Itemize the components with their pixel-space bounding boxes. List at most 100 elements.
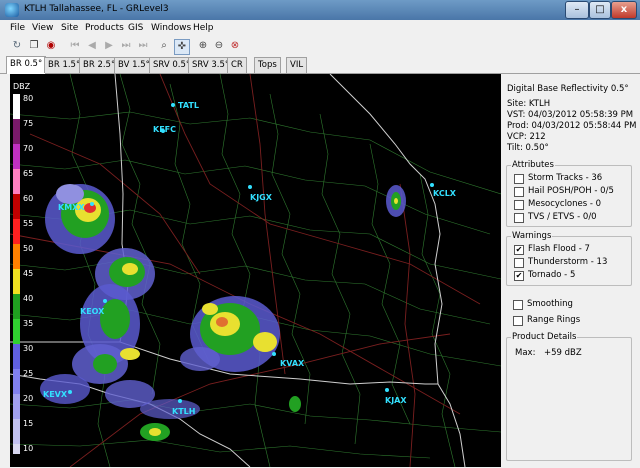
site-kjax[interactable]: KJAX	[385, 396, 407, 405]
site-kffc[interactable]: KFFC	[153, 125, 176, 134]
tab-br-0-5[interactable]: BR 0.5°	[6, 56, 47, 74]
state-boundaries	[10, 74, 466, 467]
legend-tick: 75	[23, 119, 33, 128]
legend-tick: 35	[23, 319, 33, 328]
previous-frame-icon[interactable]: ◀	[85, 39, 99, 53]
radar-map-canvas[interactable]: DBZ 80 75 70 65 60 55 50 45 40 35 30 25 …	[10, 74, 501, 467]
menu-help[interactable]: Help	[193, 23, 214, 33]
site-kclx[interactable]: KCLX	[433, 189, 457, 198]
product-name: Digital Base Reflectivity 0.5°	[507, 84, 629, 94]
site-kevx[interactable]: KEVX	[43, 390, 68, 399]
tvs-label[interactable]: TVS / ETVS - 0/0	[528, 212, 597, 222]
first-frame-icon[interactable]: ⏮	[68, 39, 82, 53]
legend-tick: 80	[23, 94, 33, 103]
thunderstorm-checkbox[interactable]	[514, 258, 524, 268]
tab-tops[interactable]: Tops	[254, 57, 281, 73]
tvs-checkbox[interactable]	[514, 213, 524, 223]
copy-icon[interactable]: ❐	[27, 39, 41, 53]
menu-view[interactable]: View	[32, 23, 53, 33]
site-dot[interactable]	[385, 388, 389, 392]
menu-bar: File View Site Products GIS Windows Help	[0, 20, 640, 36]
window-title: KTLH Tallahassee, FL - GRLevel3	[24, 4, 169, 14]
smoothing-label[interactable]: Smoothing	[527, 299, 573, 309]
legend-tick: 15	[23, 419, 33, 428]
prod-info: Prod: 04/03/2012 05:58:44 PM	[507, 121, 637, 131]
tornado-label[interactable]: Tornado - 5	[528, 270, 575, 280]
site-keox[interactable]: KEOX	[80, 307, 105, 316]
site-dot[interactable]	[272, 352, 276, 356]
menu-file[interactable]: File	[10, 23, 25, 33]
toolbar: ↻ ❐ ◉ ⏮ ◀ ▶ ⏭ ⏭ ⌕ ✜ ⊕ ⊖ ⊗	[0, 36, 640, 56]
dbz-legend: DBZ 80 75 70 65 60 55 50 45 40 35 30 25 …	[13, 82, 33, 454]
zoom-out-icon[interactable]: ⊖	[212, 39, 226, 53]
flash-flood-label[interactable]: Flash Flood - 7	[528, 244, 590, 254]
menu-windows[interactable]: Windows	[151, 23, 191, 33]
radar-map[interactable]: DBZ 80 75 70 65 60 55 50 45 40 35 30 25 …	[10, 74, 501, 467]
site-ktlh[interactable]: KTLH	[172, 407, 195, 416]
vcp-info: VCP: 212	[507, 132, 546, 142]
site-tatl[interactable]: TATL	[178, 101, 199, 110]
site-kvax[interactable]: KVAX	[280, 359, 305, 368]
tornado-checkbox[interactable]: ✔	[514, 271, 524, 281]
range-rings-label[interactable]: Range Rings	[527, 315, 580, 325]
mesocyclones-checkbox[interactable]	[514, 200, 524, 210]
storm-tracks-checkbox[interactable]	[514, 174, 524, 184]
tab-vil[interactable]: VIL	[286, 57, 308, 73]
zoom-reset-icon[interactable]: ⊗	[228, 39, 242, 53]
smoothing-checkbox[interactable]	[513, 300, 523, 310]
pan-icon[interactable]: ✜	[174, 39, 190, 55]
zoom-icon[interactable]: ⌕	[157, 39, 171, 53]
site-dot[interactable]	[103, 299, 107, 303]
product-details-group: Product Details Max: +59 dBZ	[506, 332, 632, 461]
max-label: Max:	[515, 348, 536, 358]
mesocyclones-label[interactable]: Mesocyclones - 0	[528, 199, 601, 209]
storm-tracks-label[interactable]: Storm Tracks - 36	[528, 173, 602, 183]
warnings-group: Warnings ✔ Flash Flood - 7 Thunderstorm …	[506, 231, 632, 286]
range-rings-checkbox[interactable]	[513, 316, 523, 326]
attributes-title: Attributes	[511, 160, 555, 170]
legend-tick: 40	[23, 294, 33, 303]
play-icon[interactable]: ▶	[102, 39, 116, 53]
zoom-in-icon[interactable]: ⊕	[196, 39, 210, 53]
legend-tick: 10	[23, 444, 33, 453]
vst-info: VST: 04/03/2012 05:58:39 PM	[507, 110, 634, 120]
menu-products[interactable]: Products	[85, 23, 124, 33]
legend-tick: 60	[23, 194, 33, 203]
site-dot[interactable]	[171, 103, 175, 107]
product-tabs: BR 0.5° BR 1.5° BR 2.5° BV 1.5° SRV 0.5°…	[0, 56, 640, 74]
tab-cr[interactable]: CR	[227, 57, 247, 73]
site-dot[interactable]	[178, 399, 182, 403]
app-window: KTLH Tallahassee, FL - GRLevel3 – □ x Fi…	[0, 0, 640, 468]
next-frame-icon[interactable]: ⏭	[119, 39, 133, 53]
refresh-icon[interactable]: ↻	[10, 39, 24, 53]
site-dot[interactable]	[248, 185, 252, 189]
hail-label[interactable]: Hail POSH/POH - 0/5	[528, 186, 614, 196]
menu-gis[interactable]: GIS	[128, 23, 143, 33]
site-dot[interactable]	[68, 390, 72, 394]
minimize-button[interactable]: –	[565, 1, 589, 19]
legend-tick: 25	[23, 369, 33, 378]
info-panel: Digital Base Reflectivity 0.5° Site: KTL…	[501, 74, 640, 468]
thunderstorm-label[interactable]: Thunderstorm - 13	[528, 257, 607, 267]
title-bar[interactable]: KTLH Tallahassee, FL - GRLevel3 – □ x	[0, 0, 640, 20]
legend-unit: DBZ	[13, 82, 31, 91]
flash-flood-checkbox[interactable]: ✔	[514, 245, 524, 255]
attributes-group: Attributes Storm Tracks - 36 Hail POSH/P…	[506, 160, 632, 227]
site-kmxx[interactable]: KMXX	[58, 203, 85, 212]
hail-checkbox[interactable]	[514, 187, 524, 197]
site-dot[interactable]	[430, 183, 434, 187]
last-frame-icon[interactable]: ⏭	[136, 39, 150, 53]
maximize-button[interactable]: □	[589, 1, 611, 19]
tab-bv-1-5[interactable]: BV 1.5°	[114, 57, 154, 73]
legend-tick: 65	[23, 169, 33, 178]
site-dot[interactable]	[90, 202, 94, 206]
menu-site[interactable]: Site	[61, 23, 78, 33]
tilt-info: Tilt: 0.50°	[507, 143, 549, 153]
legend-tick: 50	[23, 244, 33, 253]
legend-tick: 20	[23, 394, 33, 403]
close-button[interactable]: x	[611, 1, 637, 19]
site-info: Site: KTLH	[507, 99, 551, 109]
record-icon[interactable]: ◉	[44, 39, 58, 53]
site-kjgx[interactable]: KJGX	[250, 193, 273, 202]
legend-tick: 70	[23, 144, 33, 153]
